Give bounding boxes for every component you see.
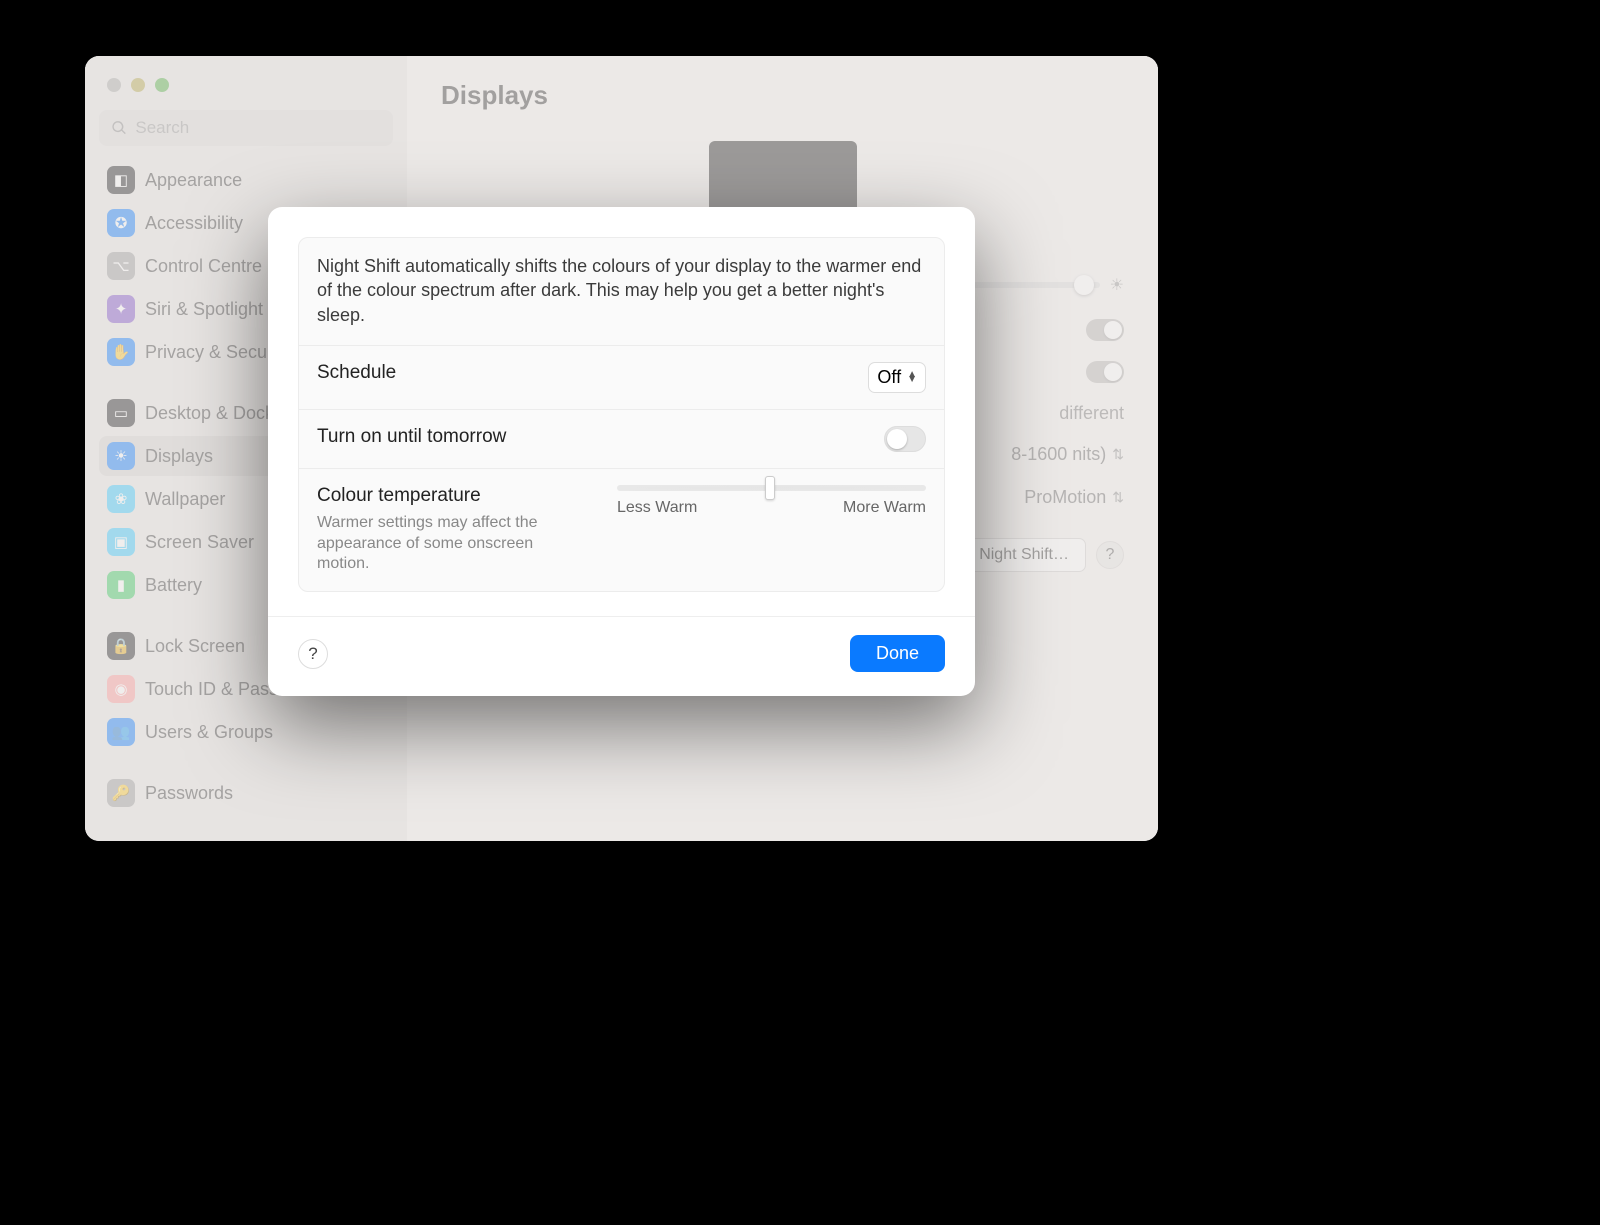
colour-temperature-thumb[interactable] <box>765 476 775 500</box>
night-shift-modal: Night Shift automatically shifts the col… <box>268 207 975 696</box>
schedule-label: Schedule <box>317 362 396 384</box>
done-button[interactable]: Done <box>850 635 945 672</box>
slider-labels: Less Warm More Warm <box>617 499 926 517</box>
colour-temperature-slider[interactable] <box>617 485 926 491</box>
schedule-select[interactable]: Off ▲▼ <box>868 362 926 393</box>
night-shift-card: Night Shift automatically shifts the col… <box>298 237 945 592</box>
turn-on-label: Turn on until tomorrow <box>317 426 506 448</box>
modal-footer: ? Done <box>268 616 975 696</box>
colour-temperature-sub: Warmer settings may affect the appearanc… <box>317 513 577 575</box>
colour-temperature-label: Colour temperature <box>317 485 577 507</box>
turn-on-row: Turn on until tomorrow <box>299 409 944 468</box>
night-shift-description: Night Shift automatically shifts the col… <box>299 238 944 345</box>
colour-temperature-row: Colour temperature Warmer settings may a… <box>299 468 944 591</box>
help-button[interactable]: ? <box>298 639 328 669</box>
schedule-value: Off <box>877 367 901 388</box>
more-warm-label: More Warm <box>843 499 926 517</box>
turn-on-toggle[interactable] <box>884 426 926 452</box>
chevron-updown-icon: ▲▼ <box>907 372 917 382</box>
schedule-row: Schedule Off ▲▼ <box>299 345 944 409</box>
less-warm-label: Less Warm <box>617 499 697 517</box>
